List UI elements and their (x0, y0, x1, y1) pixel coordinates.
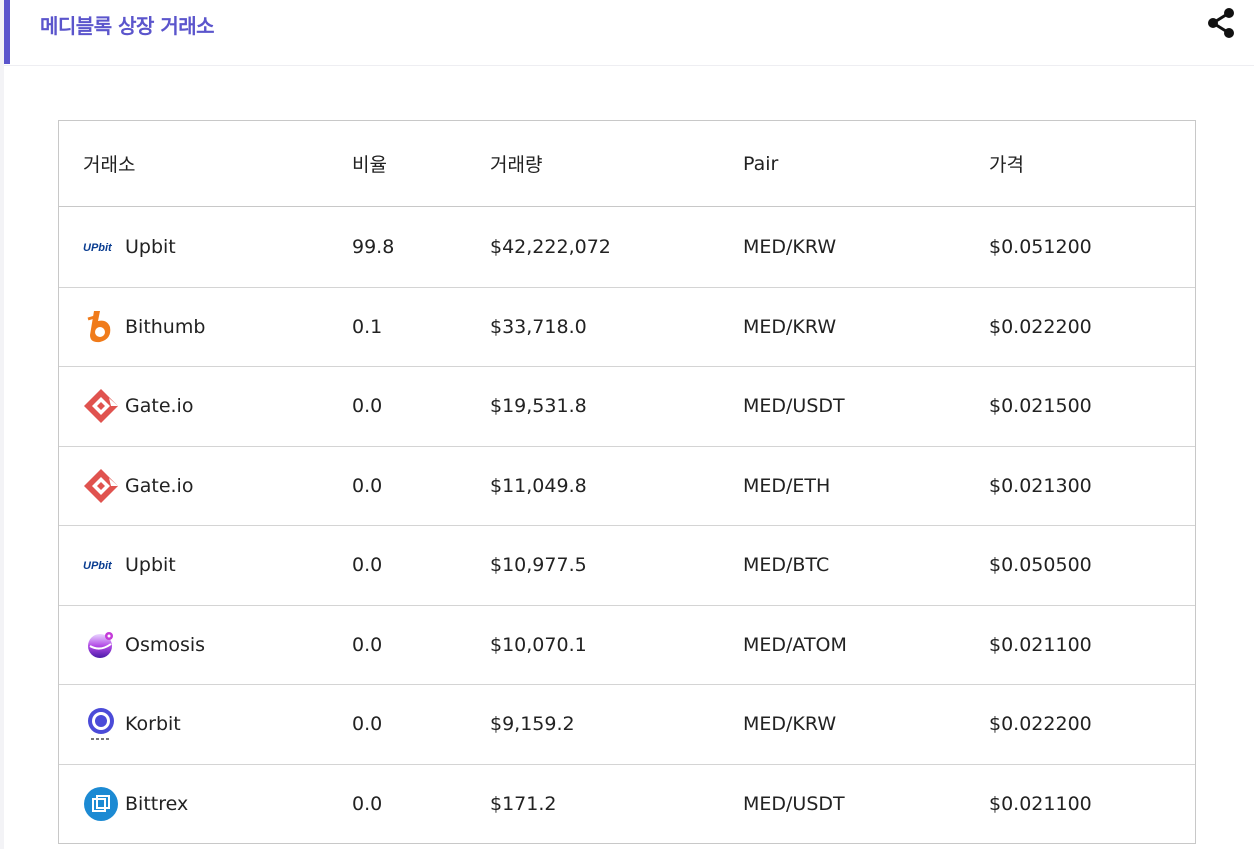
exchange-cell: Korbit (83, 685, 181, 764)
svg-text:UPbit: UPbit (83, 560, 113, 572)
price-cell: $0.021100 (989, 633, 1092, 656)
price-cell: $0.021100 (989, 792, 1092, 815)
table-row[interactable]: Bithumb 0.1 $33,718.0 MED/KRW $0.022200 (59, 286, 1195, 367)
column-header-price[interactable]: 가격 (989, 121, 1024, 206)
table-row[interactable]: UPbit Upbit 0.0 $10,977.5 MED/BTC $0.050… (59, 525, 1195, 605)
pair-cell: MED/KRW (743, 315, 837, 338)
price-cell: $0.022200 (989, 713, 1092, 736)
volume-cell: $19,531.8 (490, 395, 587, 418)
table-row[interactable]: Korbit 0.0 $9,159.2 MED/KRW $0.022200 (59, 684, 1195, 764)
ratio-cell: 0.0 (352, 395, 383, 418)
section-title: 메디블록 상장 거래소 (40, 14, 215, 38)
svg-text:UPbit: UPbit (83, 242, 113, 254)
column-header-exchange[interactable]: 거래소 (83, 121, 135, 206)
exchange-cell: Gate.io (83, 447, 193, 526)
gateio-logo-icon (83, 468, 119, 504)
ratio-cell: 99.8 (352, 235, 395, 258)
exchange-name[interactable]: Upbit (125, 236, 176, 258)
exchange-cell: Osmosis (83, 606, 205, 685)
volume-cell: $10,977.5 (490, 554, 587, 577)
table-header-row: 거래소 비율 거래량 Pair 가격 (59, 121, 1195, 207)
bithumb-logo-icon (83, 309, 119, 345)
ratio-cell: 0.1 (352, 315, 383, 338)
korbit-logo-icon (83, 706, 119, 742)
price-cell: $0.022200 (989, 315, 1092, 338)
ratio-cell: 0.0 (352, 792, 383, 815)
exchange-cell: UPbit Upbit (83, 526, 176, 605)
exchange-name[interactable]: Upbit (125, 554, 176, 576)
price-cell: $0.021500 (989, 395, 1092, 418)
price-cell: $0.021300 (989, 474, 1092, 497)
price-cell: $0.051200 (989, 235, 1092, 258)
exchange-cell: Bittrex (83, 765, 188, 844)
share-icon (1206, 7, 1236, 43)
column-header-volume[interactable]: 거래량 (490, 121, 542, 206)
volume-cell: $42,222,072 (490, 235, 611, 258)
exchange-name[interactable]: Gate.io (125, 395, 193, 417)
ratio-cell: 0.0 (352, 554, 383, 577)
pair-cell: MED/KRW (743, 713, 837, 736)
exchange-name[interactable]: Osmosis (125, 634, 205, 656)
exchange-table: 거래소 비율 거래량 Pair 가격 UPbit Upbit 99.8 $42,… (58, 120, 1196, 844)
share-button[interactable] (1204, 8, 1238, 42)
column-header-pair[interactable]: Pair (743, 121, 778, 206)
upbit-logo-icon: UPbit (83, 547, 121, 583)
exchange-cell: UPbit Upbit (83, 207, 176, 287)
pair-cell: MED/USDT (743, 395, 845, 418)
volume-cell: $10,070.1 (490, 633, 587, 656)
table-row[interactable]: UPbit Upbit 99.8 $42,222,072 MED/KRW $0.… (59, 207, 1195, 287)
pair-cell: MED/ETH (743, 474, 831, 497)
page-edge (0, 0, 4, 849)
ratio-cell: 0.0 (352, 474, 383, 497)
volume-cell: $33,718.0 (490, 315, 587, 338)
exchange-name[interactable]: Gate.io (125, 475, 193, 497)
header-accent-bar (4, 0, 10, 64)
exchange-cell: Bithumb (83, 288, 205, 367)
table-row[interactable]: Bittrex 0.0 $171.2 MED/USDT $0.021100 (59, 763, 1195, 844)
pair-cell: MED/USDT (743, 792, 845, 815)
bittrex-logo-icon (83, 786, 119, 822)
table-row[interactable]: Gate.io 0.0 $19,531.8 MED/USDT $0.021500 (59, 366, 1195, 446)
upbit-logo-icon: UPbit (83, 229, 121, 265)
volume-cell: $11,049.8 (490, 474, 587, 497)
volume-cell: $171.2 (490, 792, 557, 815)
osmosis-logo-icon (83, 627, 119, 663)
pair-cell: MED/BTC (743, 554, 830, 577)
exchange-name[interactable]: Bithumb (125, 316, 205, 338)
ratio-cell: 0.0 (352, 713, 383, 736)
ratio-cell: 0.0 (352, 633, 383, 656)
section-header: 메디블록 상장 거래소 (4, 0, 1254, 66)
table-row[interactable]: Gate.io 0.0 $11,049.8 MED/ETH $0.021300 (59, 445, 1195, 526)
price-cell: $0.050500 (989, 554, 1092, 577)
exchange-name[interactable]: Bittrex (125, 793, 188, 815)
exchange-name[interactable]: Korbit (125, 713, 181, 735)
pair-cell: MED/KRW (743, 235, 837, 258)
pair-cell: MED/ATOM (743, 633, 847, 656)
table-row[interactable]: Osmosis 0.0 $10,070.1 MED/ATOM $0.021100 (59, 604, 1195, 685)
gateio-logo-icon (83, 388, 119, 424)
volume-cell: $9,159.2 (490, 713, 575, 736)
exchange-cell: Gate.io (83, 367, 193, 446)
column-header-ratio[interactable]: 비율 (352, 121, 387, 206)
